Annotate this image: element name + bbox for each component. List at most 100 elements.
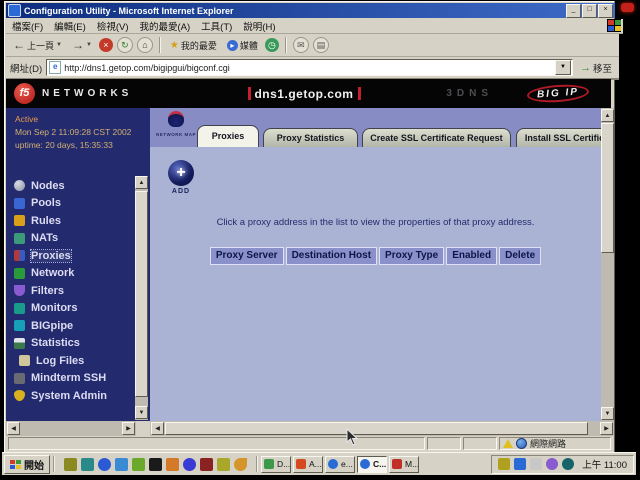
print-button[interactable]: ▤: [313, 37, 329, 53]
menu-file[interactable]: 檔案(F): [12, 19, 43, 33]
quicklaunch-icon[interactable]: [132, 458, 145, 471]
go-button[interactable]: → 移至: [577, 61, 615, 75]
address-input[interactable]: e http://dns1.getop.com/bigipgui/bigconf…: [46, 59, 573, 76]
sidebar-item-mindterm-ssh[interactable]: Mindterm SSH: [14, 373, 107, 384]
sidebar-item-proxies[interactable]: Proxies: [14, 250, 107, 261]
quicklaunch-icon[interactable]: [98, 458, 111, 471]
add-button-label: ADD: [164, 188, 198, 195]
scroll-down-button[interactable]: ▼: [601, 407, 614, 420]
media-icon: ▸: [227, 40, 238, 51]
scroll-left-button[interactable]: ◀: [151, 422, 164, 435]
refresh-button[interactable]: ↻: [117, 37, 133, 53]
tab-proxy-statistics[interactable]: Proxy Statistics: [263, 128, 358, 147]
sidebar-item-system-admin[interactable]: System Admin: [14, 390, 107, 401]
scroll-thumb[interactable]: [601, 123, 614, 253]
sidebar-item-rules[interactable]: Rules: [14, 215, 107, 226]
status-datetime: Mon Sep 2 11:09:28 CST 2002: [15, 126, 131, 139]
scroll-right-button[interactable]: ▶: [122, 422, 135, 435]
sidebar-item-network[interactable]: Network: [14, 268, 107, 279]
column-header-proxy-type[interactable]: Proxy Type: [379, 247, 444, 265]
column-header-delete[interactable]: Delete: [499, 247, 541, 265]
sidebar-item-nodes[interactable]: Nodes: [14, 180, 107, 191]
media-button[interactable]: ▸ 媒體: [224, 38, 261, 53]
quicklaunch-icon[interactable]: [64, 458, 77, 471]
window-icon: [8, 4, 21, 17]
bracket-bar: [357, 87, 360, 100]
forward-button[interactable]: → ▼: [69, 37, 95, 53]
tray-icon[interactable]: [530, 458, 542, 470]
sidebar-item-pools[interactable]: Pools: [14, 198, 107, 209]
maximize-button[interactable]: □: [582, 4, 597, 18]
home-button[interactable]: ⌂: [137, 37, 153, 53]
nodes-icon: [14, 180, 25, 191]
stop-button[interactable]: ×: [99, 38, 113, 52]
windows-flag-icon: [10, 460, 21, 469]
address-label: 網址(D): [10, 61, 42, 75]
address-dropdown-button[interactable]: ▼: [555, 60, 571, 75]
go-icon: →: [580, 62, 591, 74]
tray-icon[interactable]: [546, 458, 558, 470]
taskbar-window-button[interactable]: A...: [293, 456, 323, 473]
menu-help[interactable]: 說明(H): [243, 19, 275, 33]
add-button[interactable]: +: [168, 160, 194, 186]
tab-install-ssl-certificate[interactable]: Install SSL Certificate: [516, 128, 601, 147]
menu-tools[interactable]: 工具(T): [201, 19, 232, 33]
history-button[interactable]: ◷: [265, 38, 279, 52]
scroll-down-button[interactable]: ▼: [135, 406, 148, 419]
scroll-left-button[interactable]: ◀: [7, 422, 20, 435]
toolbar-separator: [159, 37, 161, 53]
volume-icon[interactable]: [498, 458, 510, 470]
quicklaunch-icon[interactable]: [166, 458, 179, 471]
quicklaunch-icon[interactable]: [149, 458, 162, 471]
quicklaunch-icon[interactable]: [234, 458, 247, 471]
taskbar-window-button-active[interactable]: C...: [357, 456, 387, 473]
column-header-enabled[interactable]: Enabled: [446, 247, 497, 265]
column-header-proxy-server[interactable]: Proxy Server: [210, 247, 284, 265]
scroll-up-button[interactable]: ▲: [601, 109, 614, 122]
sidebar-item-log-files[interactable]: Log Files: [14, 355, 107, 366]
column-header-destination-host[interactable]: Destination Host: [286, 247, 377, 265]
tray-icon[interactable]: [562, 458, 574, 470]
minimize-button[interactable]: _: [566, 4, 581, 18]
forward-dropdown-icon: ▼: [86, 42, 92, 48]
favorites-button[interactable]: ★ 我的最愛: [167, 38, 220, 53]
network-icon: [14, 268, 25, 279]
menu-view[interactable]: 檢視(V): [97, 19, 129, 33]
back-button[interactable]: ← 上一頁 ▼: [10, 37, 65, 53]
start-button[interactable]: 開始: [4, 455, 50, 474]
window-titlebar[interactable]: Configuration Utility - Microsoft Intern…: [6, 3, 615, 18]
scroll-thumb[interactable]: [165, 422, 588, 435]
mail-button[interactable]: ✉: [293, 37, 309, 53]
scroll-right-button[interactable]: ▶: [600, 422, 613, 435]
menu-edit[interactable]: 編輯(E): [54, 19, 86, 33]
taskbar-separator: [256, 456, 258, 472]
taskbar-window-button[interactable]: e...: [325, 456, 355, 473]
app-icon: [296, 459, 306, 469]
bigpipe-icon: [14, 320, 25, 331]
toolbar: ← 上一頁 ▼ → ▼ × ↻ ⌂ ★ 我的最愛 ▸ 媒體 ◷ ✉ ▤: [6, 34, 619, 57]
scroll-up-button[interactable]: ▲: [135, 176, 148, 189]
sidebar-item-monitors[interactable]: Monitors: [14, 303, 107, 314]
network-map-button[interactable]: NETWORK MAP: [155, 111, 197, 137]
scroll-thumb[interactable]: [135, 191, 148, 397]
quicklaunch-icon[interactable]: [200, 458, 213, 471]
tab-create-ssl-certificate-request[interactable]: Create SSL Certificate Request: [362, 128, 511, 147]
quicklaunch-icon[interactable]: [217, 458, 230, 471]
sidebar-item-nats[interactable]: NATs: [14, 233, 107, 244]
quicklaunch-icon[interactable]: [81, 458, 94, 471]
close-button[interactable]: ×: [598, 4, 613, 18]
menu-favorites[interactable]: 我的最愛(A): [139, 19, 190, 33]
tab-proxies[interactable]: Proxies: [197, 125, 259, 147]
quicklaunch-icon[interactable]: [115, 458, 128, 471]
address-bar: 網址(D) e http://dns1.getop.com/bigipgui/b…: [6, 57, 619, 80]
sidebar-item-bigpipe[interactable]: BIGpipe: [14, 320, 107, 331]
network-icon[interactable]: [514, 458, 526, 470]
status-zone-pane: 網際網路: [499, 437, 611, 450]
taskbar-window-button[interactable]: M...: [389, 456, 419, 473]
quicklaunch-icon[interactable]: [183, 458, 196, 471]
sidebar-item-statistics[interactable]: Statistics: [14, 338, 107, 349]
app-icon: [360, 459, 370, 469]
f5-brand: NETWORKS: [42, 88, 132, 99]
sidebar-item-filters[interactable]: Filters: [14, 285, 107, 296]
taskbar-window-button[interactable]: D...: [261, 456, 291, 473]
